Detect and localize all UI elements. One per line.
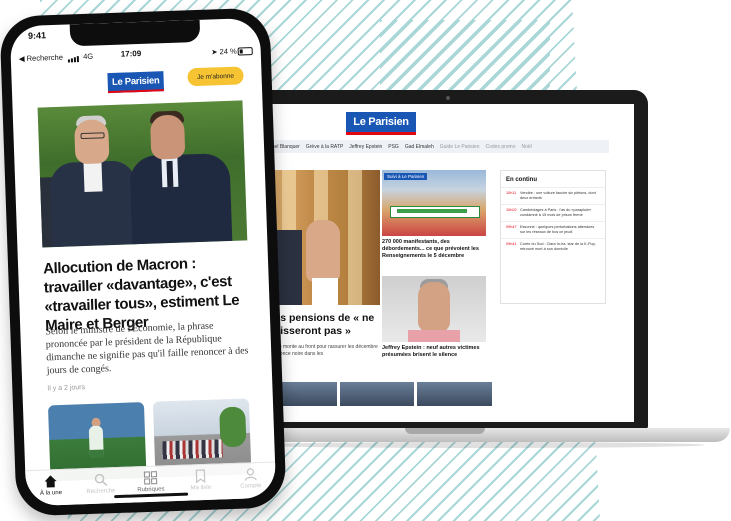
phone-notch [69, 19, 201, 47]
bottom-tab-bar: À la une Recherche Rubriques Ma liste Co… [25, 461, 277, 507]
feed-text[interactable]: Corée du Sud : Clara In-ha, star de la K… [520, 242, 600, 252]
article-tag: Suivi à Le Parisien [384, 173, 428, 180]
article-title[interactable]: Jeffrey Epstein : neuf autres victimes p… [382, 342, 486, 359]
feed-text[interactable]: Cambriolages à Paris : l'as du «paraplui… [520, 208, 600, 218]
subscribe-button[interactable]: Je m'abonne [187, 66, 244, 87]
tab-home[interactable]: À la une [28, 474, 73, 498]
user-icon [244, 468, 257, 481]
feed-time: 10h11 [506, 191, 517, 195]
article-summary: Selon le ministre de l'Économie, la phra… [45, 320, 249, 377]
nav-item[interactable]: Gad Elmaleh [405, 144, 434, 150]
status-bar: ◀ Recherche 4G 17:09 ➤ 24 % [11, 46, 261, 67]
feed-text[interactable]: Vendée : une voiture fauche six piétons,… [520, 191, 600, 201]
more-articles-strip[interactable] [262, 382, 493, 406]
live-feed-title: En continu [506, 177, 537, 183]
bookmark-icon [195, 469, 206, 484]
nav-item[interactable]: Noël [522, 144, 532, 150]
live-feed-item[interactable]: 09h41 Corée du Sud : Clara In-ha, star d… [501, 238, 605, 255]
article-time: Il y a 2 jours [47, 384, 86, 393]
status-time: 9:41 [27, 30, 47, 41]
live-feed-item[interactable]: 10h02 Cambriolages à Paris : l'as du «pa… [501, 204, 605, 221]
laptop-screen: Le Parisien Michel Blanquer Grève à la R… [262, 104, 634, 422]
tab-search[interactable]: Recherche [78, 472, 123, 496]
tab-account[interactable]: Compte [228, 467, 273, 491]
article-image [382, 276, 486, 342]
live-feed-item[interactable]: 09h47 Essonne : quelques perturbations a… [501, 221, 605, 238]
article-card[interactable]: Suivi à Le Parisien 270 000 manifestants… [382, 170, 486, 260]
battery-icon [237, 47, 253, 56]
network-type: 4G [82, 51, 94, 61]
top-nav: Michel Blanquer Grève à la RATP Jeffrey … [262, 140, 609, 153]
feed-time: 09h41 [506, 242, 517, 246]
tab-sections[interactable]: Rubriques [128, 470, 173, 494]
live-feed-panel: En continu 10h11 Vendée : une voiture fa… [500, 170, 606, 304]
phone-screen: 9:41 ◀ Recherche 4G 17:09 ➤ 24 % Le Pari… [9, 17, 277, 507]
grid-icon [143, 471, 158, 485]
live-feed-item[interactable]: 10h11 Vendée : une voiture fauche six pi… [501, 187, 605, 204]
site-logo[interactable]: Le Parisien [346, 112, 416, 135]
feed-time: 09h47 [506, 225, 517, 229]
back-to-search-link[interactable]: ◀ Recherche 4G [19, 52, 94, 64]
signal-icon [68, 53, 80, 63]
nav-item[interactable]: PSG [388, 144, 399, 150]
feed-time: 10h02 [506, 208, 517, 212]
laptop-shadow [250, 442, 705, 448]
hero-text: risque monte au front pour rassurer les … [268, 344, 378, 357]
hero-title[interactable]: Les pensions de « ne baisseront pas » [268, 312, 380, 338]
nav-item[interactable]: Jeffrey Epstein [349, 144, 382, 150]
laptop-camera [446, 96, 450, 100]
app-logo[interactable]: Le Parisien [107, 71, 165, 94]
home-icon [44, 475, 57, 488]
laptop-base-notch [405, 428, 485, 434]
feed-text[interactable]: Essonne : quelques perturbations attendu… [520, 225, 600, 235]
nav-item[interactable]: Codes promo [485, 144, 515, 150]
search-icon [94, 473, 108, 486]
status-clock: 17:09 [120, 48, 142, 59]
article-title[interactable]: 270 000 manifestants, des débordements..… [382, 236, 486, 260]
article-image: Suivi à Le Parisien [382, 170, 486, 236]
battery-percent: ➤ 24 % [211, 46, 237, 57]
smartphone: 9:41 ◀ Recherche 4G 17:09 ➤ 24 % Le Pari… [0, 7, 287, 517]
nav-item[interactable]: Grève à la RATP [306, 144, 343, 150]
article-hero-image[interactable] [37, 100, 248, 248]
nav-item[interactable]: Guide Le Parisien [440, 144, 480, 150]
tab-list[interactable]: Ma liste [178, 468, 223, 492]
hero-image[interactable] [262, 170, 380, 305]
article-card[interactable]: Jeffrey Epstein : neuf autres victimes p… [382, 276, 486, 359]
